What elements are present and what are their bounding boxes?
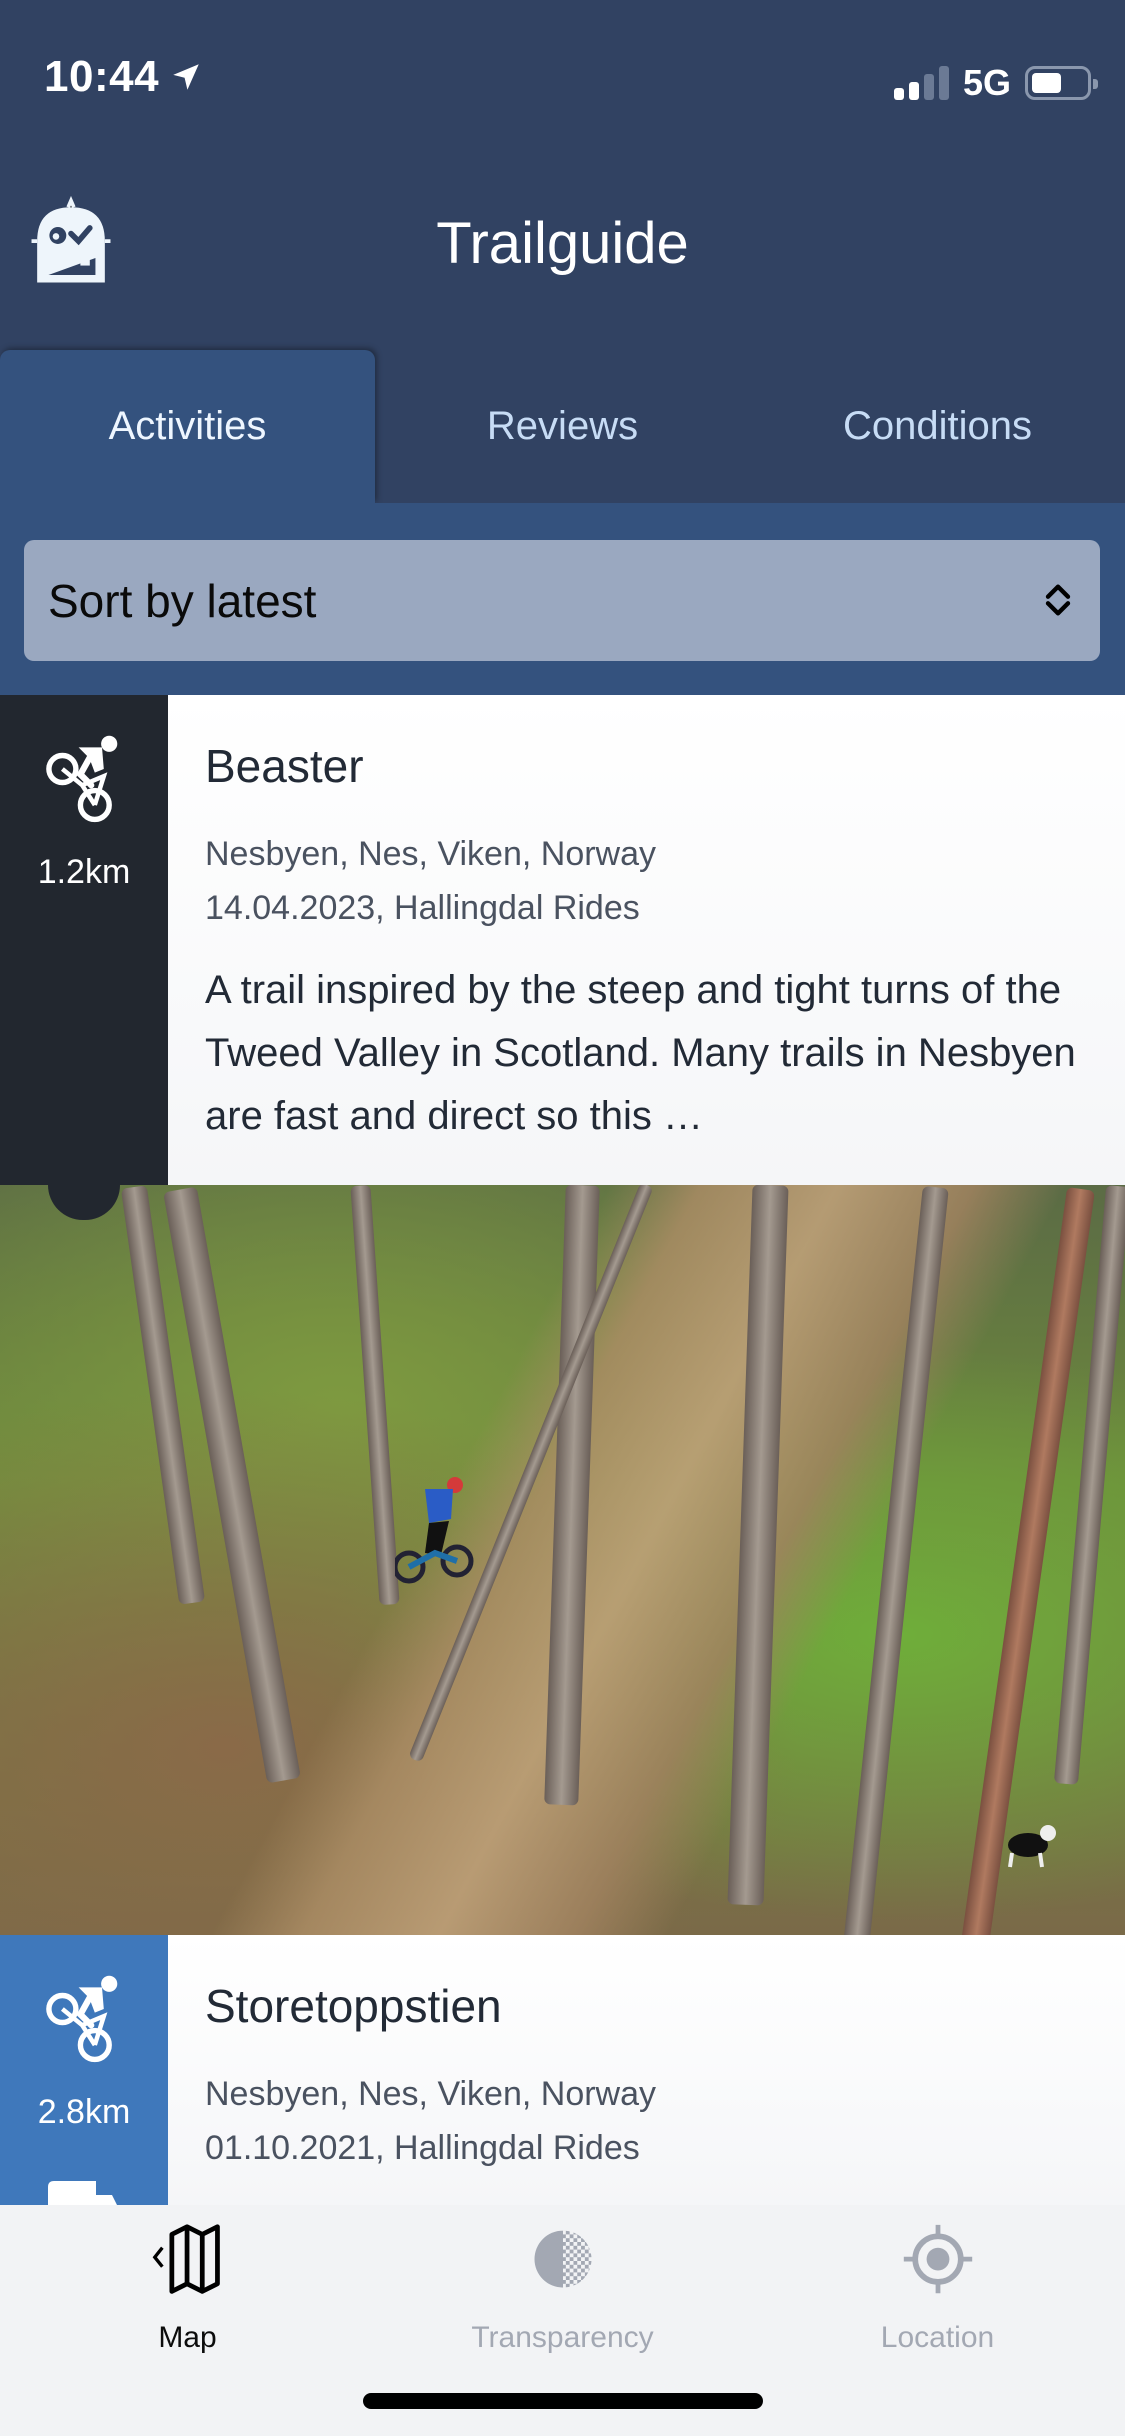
map-back-icon [152, 2224, 220, 2294]
tab-reviews[interactable]: Reviews [375, 350, 750, 503]
sort-select-value: Sort by latest [48, 574, 317, 627]
sort-area: Sort by latest [0, 503, 1125, 695]
mountain-bike-icon [46, 1975, 118, 2063]
nav-location-label: Location [880, 2321, 995, 2354]
activity-card-body: Storetoppstien Nesbyen, Nes, Viken, Norw… [205, 1935, 1085, 2175]
activity-location: Nesbyen, Nes, Viken, Norway [205, 835, 657, 873]
app-title: Trailguide [436, 211, 689, 276]
nav-transparency-button[interactable]: Transparency [375, 2205, 750, 2355]
activity-title: Beaster [205, 740, 364, 792]
sort-select[interactable]: Sort by latest [24, 540, 1100, 661]
activity-title: Storetoppstien [205, 1980, 502, 2032]
nav-map-label: Map [158, 2321, 217, 2354]
home-indicator[interactable] [363, 2393, 763, 2409]
activity-meta: Nesbyen, Nes, Viken, Norway 14.04.2023, … [205, 827, 1085, 935]
status-time-text: 10:44 [44, 52, 160, 101]
tab-bar: Activities Reviews Conditions [0, 350, 1125, 503]
activity-date-author: 01.10.2021, Hallingdal Rides [205, 2129, 640, 2167]
activity-photo[interactable] [0, 1185, 1125, 1935]
tab-activities[interactable]: Activities [0, 350, 375, 503]
transparency-icon [534, 2230, 591, 2288]
battery-icon [1025, 66, 1098, 100]
activity-card-body: Beaster Nesbyen, Nes, Viken, Norway 14.0… [205, 695, 1085, 1148]
activity-distance: 1.2km [37, 853, 131, 891]
activity-card-side: 1.2km [0, 695, 168, 1185]
activity-description: A trail inspired by the steep and tight … [205, 968, 1076, 1138]
signal-strength-icon [893, 66, 949, 100]
shuttle-icon [48, 2181, 117, 2205]
nav-transparency-label: Transparency [471, 2321, 654, 2354]
activity-date-author: 14.04.2023, Hallingdal Rides [205, 889, 640, 927]
app-header: 10:44 5G Trailguide Activities Reviews C… [0, 0, 1125, 503]
status-bar-time: 10:44 [44, 52, 203, 102]
status-bar-right: 5G [893, 62, 1098, 104]
location-arrow-icon [173, 64, 199, 90]
activity-card-storetoppstien[interactable]: 2.8km Storetoppstien Nesbyen, Nes, Viken… [0, 1935, 1125, 2205]
tab-conditions[interactable]: Conditions [750, 350, 1125, 503]
rider-figure [395, 1477, 474, 1584]
activity-meta: Nesbyen, Nes, Viken, Norway 01.10.2021, … [205, 2067, 1085, 2175]
activity-card-beaster[interactable]: 1.2km Beaster Nesbyen, Nes, Viken, Norwa… [0, 695, 1125, 1185]
dog-figure [1008, 1825, 1056, 1868]
activity-distance: 2.8km [37, 2093, 131, 2131]
mountain-bike-icon [46, 735, 118, 823]
activity-card-side: 2.8km [0, 1935, 168, 2205]
network-type: 5G [962, 62, 1011, 103]
nav-location-button[interactable]: Location [750, 2205, 1125, 2355]
nav-map-button[interactable]: Map [0, 2205, 375, 2355]
chevron-updown-icon [1045, 584, 1071, 616]
activity-location: Nesbyen, Nes, Viken, Norway [205, 2075, 657, 2113]
location-target-icon [903, 2224, 972, 2294]
